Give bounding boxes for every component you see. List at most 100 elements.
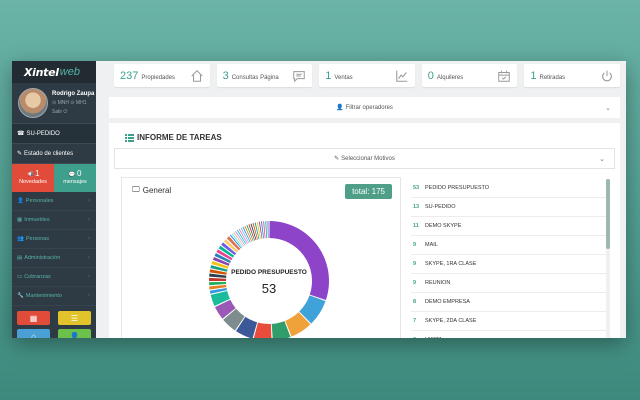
legend-row[interactable]: 9 REUNION xyxy=(411,274,606,293)
donut-slice[interactable] xyxy=(265,221,268,239)
legend-row[interactable]: 9 MAIL xyxy=(411,236,606,255)
general-panel: 🖵 General total: 175 PEDIDO PRESUPUESTO … xyxy=(121,177,401,338)
list-icon xyxy=(125,133,134,142)
power-icon: ⏻ xyxy=(63,108,68,115)
phone-icon: ☎ xyxy=(17,131,25,137)
novedades-tile[interactable]: 📢 1 Novedades xyxy=(12,164,54,192)
legend-count: 9 xyxy=(413,261,417,267)
novedades-label: Novedades xyxy=(19,179,47,185)
tag-icon: ✎ xyxy=(17,151,23,157)
legend-label: SKYPE, 1RA CLASE xyxy=(425,261,477,267)
legend-row[interactable]: 53 PEDIDO PRESUPUESTO xyxy=(411,179,606,198)
home-icon: ⌂ xyxy=(31,331,36,339)
legend-label: SKYPE, 2DA CLASE xyxy=(425,318,477,324)
stat-value: 237 xyxy=(120,69,139,82)
legend-label: DEMO EMPRESA xyxy=(425,299,470,305)
legend-row[interactable]: 6VISITA xyxy=(411,331,606,338)
sidebar-item-label: Administración xyxy=(24,255,61,261)
users-icon: 👥 xyxy=(17,236,24,242)
stat-value: 0 xyxy=(427,69,434,82)
donut-chart xyxy=(209,221,329,338)
stat-label: Retiradas xyxy=(539,74,566,81)
stat-label: Propiedades xyxy=(141,74,176,81)
legend-count: 7 xyxy=(413,318,417,324)
avatar[interactable] xyxy=(18,88,48,118)
list-button[interactable]: ☰ xyxy=(58,311,91,325)
sidebar-item-personales[interactable]: 👤 Personales ‹ xyxy=(12,192,96,211)
user-button[interactable]: 👤 xyxy=(58,329,91,338)
sidebar-item-cobranzas[interactable]: ▭ Cobranzas ‹ xyxy=(12,268,96,287)
calendar-button[interactable]: ▦ xyxy=(17,311,50,325)
message-icon: 💬 xyxy=(68,172,76,178)
sidebar-link-label: Estado de clientes xyxy=(24,150,74,157)
task-report: INFORME DE TAREAS ✎ Seleccionar Motivos … xyxy=(109,123,620,338)
filter-operators-dropdown[interactable]: 👤 Filtrar operadores ⌄ xyxy=(109,97,620,118)
chevron-left-icon: ‹ xyxy=(88,217,90,223)
stat-value: 3 xyxy=(222,69,229,82)
mensajes-label: mensajes xyxy=(63,179,87,185)
app-window: Xintel web Rodrigo Zaupa ⊙ MNH ⊙ MH1 Sal… xyxy=(12,61,626,338)
stat-consultas[interactable]: 3 Consultas Página xyxy=(216,64,313,87)
donut-slice[interactable] xyxy=(209,277,227,281)
sidebar-link-label: SU-PEDIDO xyxy=(26,130,60,137)
home-icon xyxy=(190,69,203,82)
stat-value: 1 xyxy=(325,69,332,82)
legend-scrollbar[interactable] xyxy=(606,179,610,249)
user-profile: Rodrigo Zaupa ⊙ MNH ⊙ MH1 Salir ⏻ xyxy=(12,83,96,124)
pencil-icon: ✎ xyxy=(334,156,340,162)
sidebar-link-estado-clientes[interactable]: ✎ Estado de clientes xyxy=(12,144,96,164)
main-content: 237 Propiedades 3 Consultas Página 1 Ventas… xyxy=(96,61,626,338)
logo-sub: web xyxy=(59,66,80,78)
logout-link[interactable]: Salir ⏻ xyxy=(52,108,94,117)
chevron-down-icon: ⌄ xyxy=(599,155,605,163)
donut-slice[interactable] xyxy=(209,281,227,286)
donut-slice[interactable] xyxy=(267,221,269,239)
chart-icon: ▤ xyxy=(17,255,23,261)
list-icon: ☰ xyxy=(70,313,79,323)
legend-count: 11 xyxy=(413,223,419,229)
sidebar-item-label: Inmuebles xyxy=(24,217,50,223)
app-logo[interactable]: Xintel web xyxy=(12,61,96,83)
panel-title: 🖵 General xyxy=(132,185,171,195)
total-badge: total: 175 xyxy=(345,184,392,199)
legend-label: SU-PEDIDO xyxy=(425,204,456,210)
legend-row[interactable]: 13 SU-PEDIDO xyxy=(411,198,606,217)
mensajes-tile[interactable]: 💬 0 mensajes xyxy=(54,164,96,192)
legend-row[interactable]: 9 SKYPE, 1RA CLASE xyxy=(411,255,606,274)
panel-title-text: General xyxy=(142,185,172,195)
legend-label: PEDIDO PRESUPUESTO xyxy=(425,185,490,191)
quick-buttons: ▦ ☰ ⌂ 👤 xyxy=(12,306,96,338)
user-icon: 👤 xyxy=(17,198,24,204)
sidebar-item-mantenimiento[interactable]: 🔧 Mantenimiento ‹ xyxy=(12,287,96,306)
report-title: INFORME DE TAREAS xyxy=(125,133,222,142)
legend-count: 9 xyxy=(413,242,417,248)
chevron-left-icon: ‹ xyxy=(88,198,90,204)
report-title-text: INFORME DE TAREAS xyxy=(137,133,222,142)
notification-tiles: 📢 1 Novedades 💬 0 mensajes xyxy=(12,164,96,192)
stat-propiedades[interactable]: 237 Propiedades xyxy=(114,64,210,87)
stat-label: Alquileres xyxy=(436,74,464,81)
home-button[interactable]: ⌂ xyxy=(17,329,50,338)
sidebar-link-su-pedido[interactable]: ☎ SU-PEDIDO xyxy=(12,124,96,144)
legend-count: 9 xyxy=(413,280,417,286)
donut-slice[interactable] xyxy=(269,221,329,300)
building-icon: ▦ xyxy=(17,217,23,223)
select-motivos-dropdown[interactable]: ✎ Seleccionar Motivos ⌄ xyxy=(114,148,615,169)
stat-retiradas[interactable]: 1 Retiradas xyxy=(524,64,620,87)
sidebar-item-personas[interactable]: 👥 Personas ‹ xyxy=(12,230,96,249)
sidebar-item-administracion[interactable]: ▤ Administración ‹ xyxy=(12,249,96,268)
novedades-count: 1 xyxy=(34,169,40,178)
chevron-left-icon: ‹ xyxy=(88,255,90,261)
chevron-left-icon: ‹ xyxy=(88,236,90,242)
legend-row[interactable]: 7 SKYPE, 2DA CLASE xyxy=(411,312,606,331)
sidebar-item-label: Cobranzas xyxy=(24,274,51,280)
legend-row[interactable]: 11 DEMO SKYPE xyxy=(411,217,606,236)
motivos-label: Seleccionar Motivos xyxy=(341,155,395,162)
stat-alquileres[interactable]: 0 Alquileres xyxy=(421,64,518,87)
sidebar-item-inmuebles[interactable]: ▦ Inmuebles ‹ xyxy=(12,211,96,230)
legend-row[interactable]: 8 DEMO EMPRESA xyxy=(411,293,606,312)
stat-value: 1 xyxy=(530,69,537,82)
stat-ventas[interactable]: 1 Ventas xyxy=(319,64,415,87)
user-icon: 👤 xyxy=(336,105,344,111)
user-codes: ⊙ MNH ⊙ MH1 xyxy=(52,99,87,106)
